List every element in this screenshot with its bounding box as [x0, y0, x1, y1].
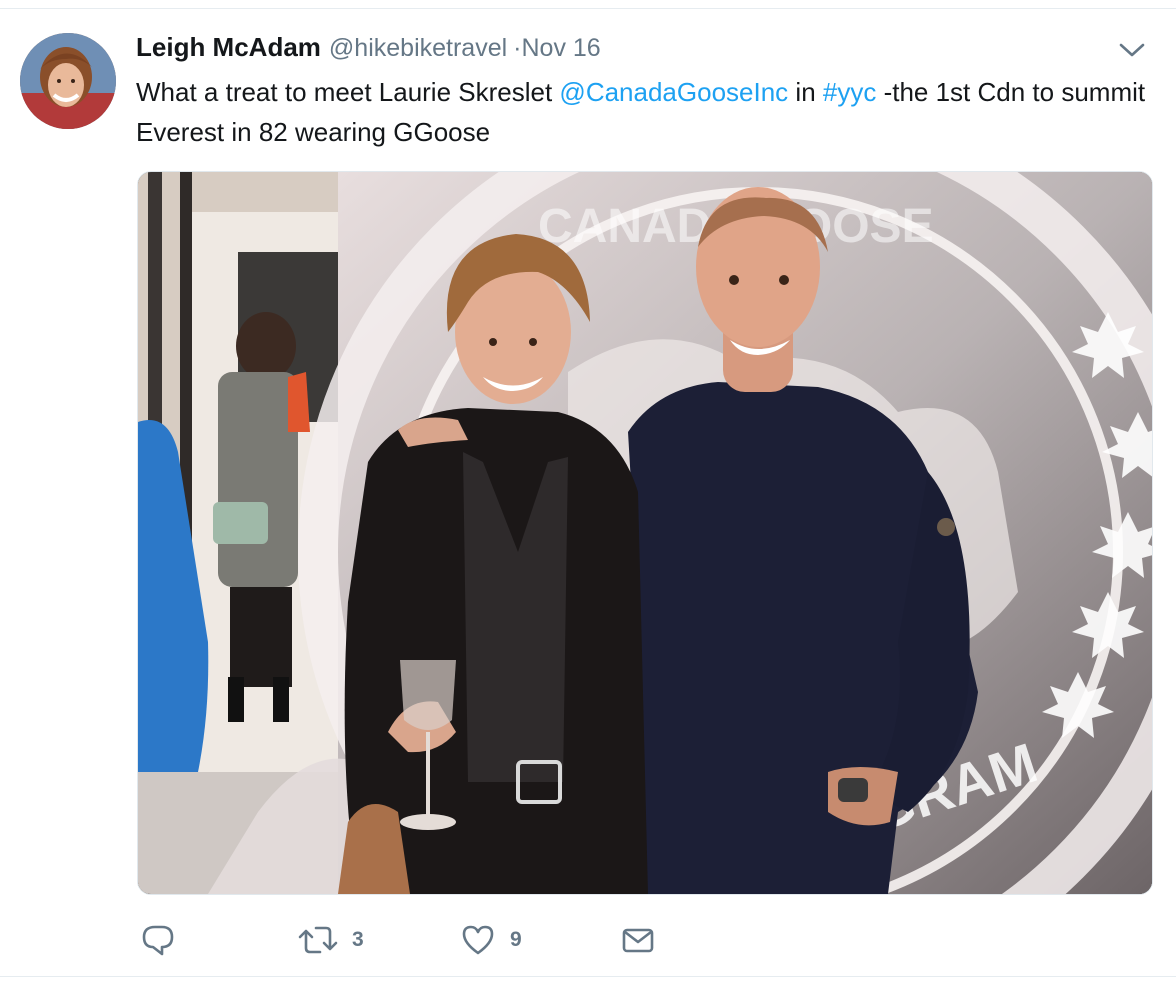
- tweet-header: Leigh McAdam @hikebiketravel ·Nov 16: [136, 32, 601, 66]
- retweet-icon: [298, 926, 338, 954]
- tweet-actions: 3 9: [140, 918, 700, 962]
- tweet-text-part: What a treat to meet Laurie Skreslet: [136, 77, 560, 107]
- avatar[interactable]: [20, 33, 116, 129]
- author-screen-name[interactable]: @hikebiketravel: [329, 34, 507, 63]
- retweet-count: 3: [352, 928, 364, 951]
- heart-icon: [462, 925, 494, 955]
- photo-illustration: CANADA GOOSE GRAM: [138, 172, 1152, 894]
- author-display-name[interactable]: Leigh McAdam: [136, 32, 321, 63]
- like-button[interactable]: 9: [460, 918, 522, 962]
- chevron-down-icon[interactable]: [1118, 40, 1146, 60]
- tweet-timestamp[interactable]: ·Nov 16: [513, 34, 601, 63]
- direct-message-button[interactable]: [620, 918, 656, 962]
- tweet-text-part: in: [788, 77, 823, 107]
- reply-icon: [142, 925, 174, 956]
- tweet-photo[interactable]: CANADA GOOSE GRAM: [137, 171, 1153, 895]
- hashtag-link[interactable]: #yyc: [823, 77, 876, 107]
- top-divider: [0, 8, 1176, 9]
- like-count: 9: [510, 928, 522, 951]
- retweet-button[interactable]: 3: [298, 918, 364, 962]
- mention-link[interactable]: @CanadaGooseInc: [559, 77, 788, 107]
- envelope-icon: [622, 928, 654, 953]
- bottom-divider: [0, 976, 1176, 977]
- avatar-photo: [20, 33, 116, 129]
- reply-button[interactable]: [140, 918, 190, 962]
- tweet-text: What a treat to meet Laurie Skreslet @Ca…: [136, 72, 1151, 152]
